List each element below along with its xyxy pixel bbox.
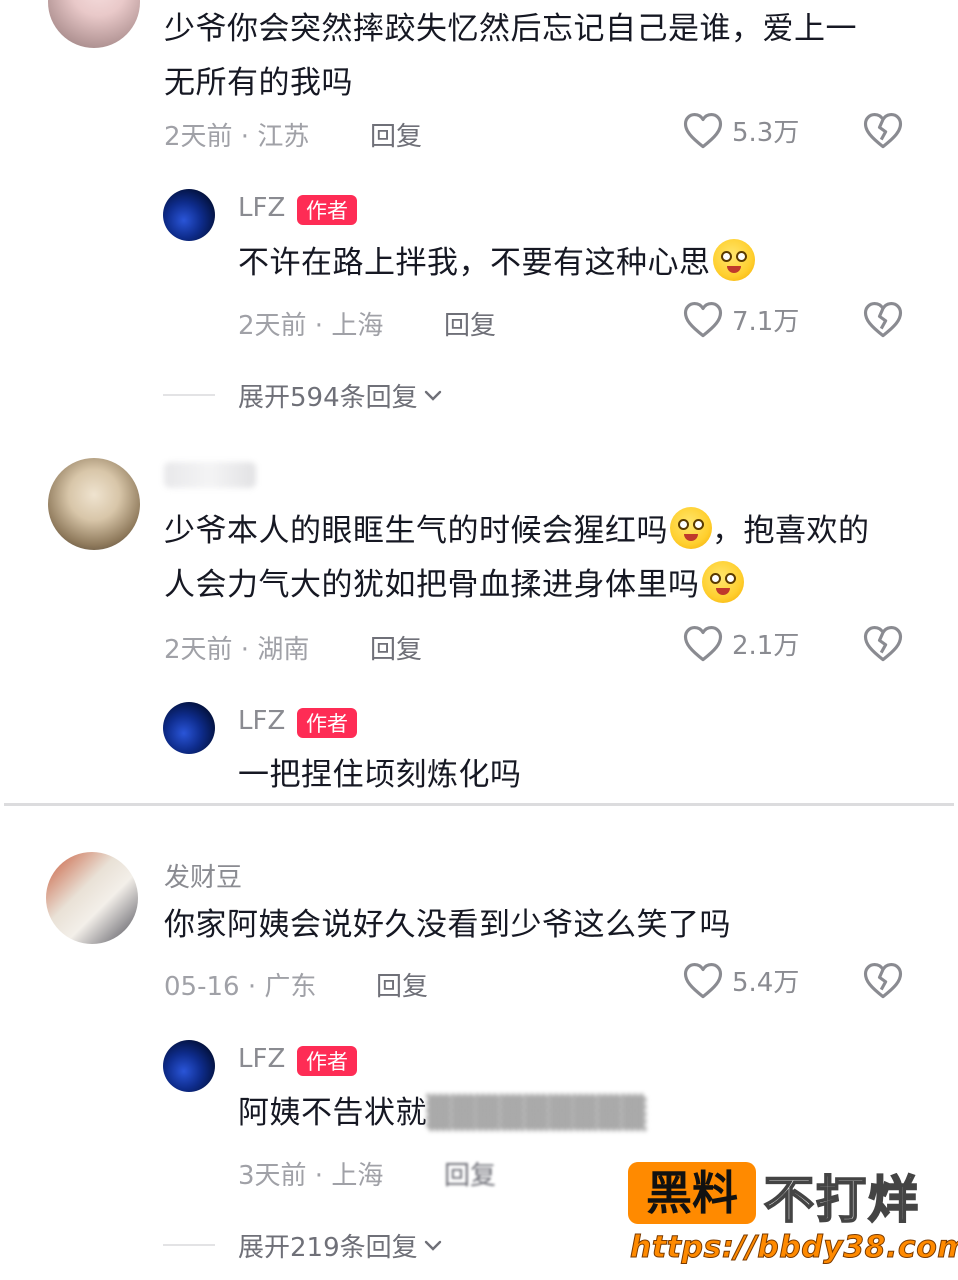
reply-button[interactable]: 回复	[370, 629, 422, 666]
avatar[interactable]	[163, 189, 215, 241]
like-count: 2.1万	[732, 630, 800, 661]
like-button[interactable]: 7.1万	[682, 299, 799, 339]
reply-button[interactable]: 回复	[444, 1155, 496, 1192]
expand-divider	[163, 1244, 215, 1246]
comment-meta: 2天前 · 湖南	[164, 635, 310, 665]
avatar[interactable]	[46, 852, 138, 944]
reply-username[interactable]: LFZ	[238, 706, 285, 736]
chevron-down-icon	[424, 390, 441, 401]
smile-emoji-icon	[712, 239, 755, 281]
expand-label: 展开594条回复	[238, 383, 418, 413]
reply-text: 阿姨不告状就▒▒▒▒▒▒▒▒▒	[238, 1086, 646, 1140]
avatar[interactable]	[48, 0, 140, 48]
broken-heart-icon	[863, 302, 903, 338]
dislike-button[interactable]	[862, 110, 904, 150]
section-divider	[4, 803, 954, 806]
expand-replies-button[interactable]: 展开219条回复	[238, 1227, 448, 1264]
watermark-text: 不打烊	[763, 1170, 920, 1230]
reply-username[interactable]: LFZ	[238, 193, 285, 223]
reply-button[interactable]: 回复	[444, 305, 496, 342]
avatar[interactable]	[163, 702, 215, 754]
broken-heart-icon	[863, 963, 903, 999]
dislike-button[interactable]	[862, 960, 904, 1000]
watermark-badge: 黑料	[628, 1162, 756, 1224]
author-badge: 作者	[297, 195, 357, 225]
comment-text: 少爷本人的眼眶生气的时候会猩红吗 ，抱喜欢的 人会力气大的犹如把骨血揉进身体里吗	[164, 504, 944, 612]
expand-label: 展开219条回复	[238, 1233, 418, 1263]
reply-meta: 2天前 · 上海	[238, 311, 384, 341]
reply-meta: 3天前 · 上海	[238, 1161, 384, 1191]
comment-username[interactable]: 发财豆	[164, 857, 242, 894]
comment-text: 少爷你会突然摔跤失忆然后忘记自己是谁，爱上一 无所有的我吗	[164, 11, 857, 101]
like-count: 5.4万	[732, 967, 800, 998]
heart-outline-icon	[683, 113, 723, 149]
avatar[interactable]	[48, 458, 140, 550]
broken-heart-icon	[863, 626, 903, 662]
reply-username[interactable]: LFZ	[238, 1044, 285, 1074]
dislike-button[interactable]	[862, 299, 904, 339]
broken-heart-icon	[863, 113, 903, 149]
reply-button[interactable]: 回复	[370, 116, 422, 153]
reply-text: 一把捏住顷刻炼化吗	[238, 757, 522, 793]
heart-outline-icon	[683, 963, 723, 999]
heart-outline-icon	[683, 626, 723, 662]
like-button[interactable]: 5.4万	[682, 960, 799, 1000]
dislike-button[interactable]	[862, 623, 904, 663]
comment-meta: 2天前 · 江苏	[164, 122, 310, 152]
watermark-url: https://bbdy38.com	[629, 1230, 958, 1266]
expand-divider	[163, 394, 215, 396]
like-count: 7.1万	[732, 306, 800, 337]
author-badge: 作者	[297, 1046, 357, 1076]
like-count: 5.3万	[732, 117, 800, 148]
author-badge: 作者	[297, 708, 357, 738]
like-button[interactable]: 5.3万	[682, 110, 799, 150]
username-blurred[interactable]	[164, 462, 256, 488]
blurred-text: ▒▒▒▒▒▒▒▒▒	[427, 1095, 647, 1131]
comment-text: 你家阿姨会说好久没看到少爷这么笑了吗	[164, 907, 731, 943]
reply-text: 不许在路上拌我，不要有这种心思	[238, 236, 755, 290]
chevron-down-icon	[424, 1240, 441, 1251]
like-button[interactable]: 2.1万	[682, 623, 799, 663]
star-eyes-emoji-icon	[670, 507, 712, 549]
comment-meta: 05-16 · 广东	[164, 972, 317, 1002]
reply-button[interactable]: 回复	[376, 966, 428, 1003]
expand-replies-button[interactable]: 展开594条回复	[238, 377, 448, 414]
star-eyes-emoji-icon	[701, 561, 744, 603]
heart-outline-icon	[683, 302, 723, 338]
watermark: 黑料 不打烊 https://bbdy38.com	[618, 1148, 958, 1278]
avatar[interactable]	[163, 1040, 215, 1092]
